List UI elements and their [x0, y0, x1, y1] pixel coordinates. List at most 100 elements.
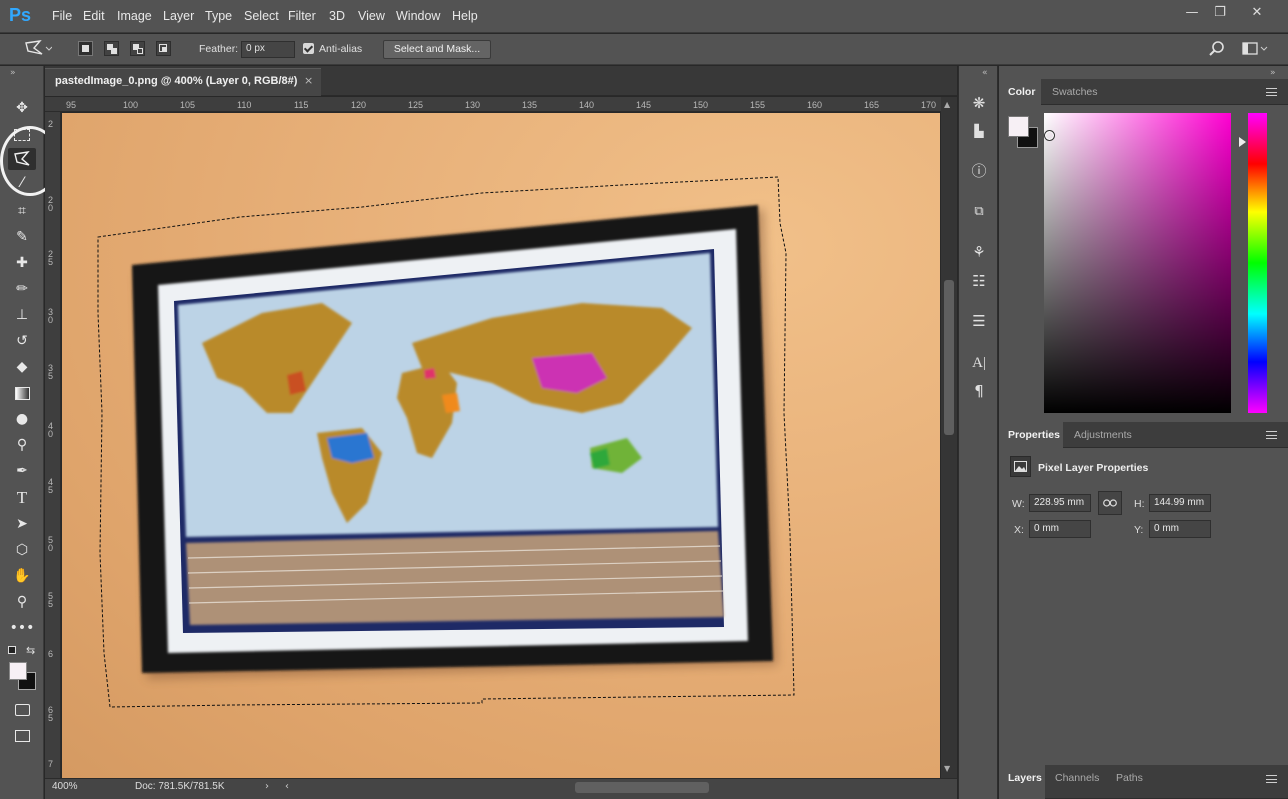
hue-slider-marker[interactable]: [1239, 137, 1246, 147]
minimize-icon[interactable]: —: [1180, 5, 1204, 20]
brush-tool-icon[interactable]: ✏: [8, 278, 36, 300]
clone-source-icon[interactable]: ⧉: [967, 201, 991, 223]
quick-mask-icon[interactable]: [8, 699, 36, 721]
color-panel-tabs: [999, 79, 1288, 105]
workspace-switcher-icon[interactable]: [1242, 41, 1268, 57]
add-to-selection-button[interactable]: [104, 41, 119, 56]
pixel-layer-icon: [1010, 456, 1031, 477]
menu-view[interactable]: View: [358, 9, 385, 23]
panel-foreground-color[interactable]: [1008, 116, 1029, 137]
feather-input[interactable]: 0 px: [241, 41, 295, 58]
properties-panel-menu-icon[interactable]: [1266, 431, 1277, 439]
y-label: Y:: [1134, 524, 1144, 536]
select-and-mask-button[interactable]: Select and Mask...: [383, 40, 491, 59]
menu-help[interactable]: Help: [452, 9, 478, 23]
scroll-down-arrow-icon[interactable]: ▼: [944, 764, 950, 773]
path-selection-tool-icon[interactable]: ➤: [8, 513, 36, 535]
tab-swatches[interactable]: Swatches: [1052, 86, 1098, 98]
healing-brush-tool-icon[interactable]: ✚: [8, 252, 36, 274]
y-field[interactable]: 0 mm: [1149, 520, 1211, 538]
navigator-icon[interactable]: ❋: [967, 92, 991, 114]
tab-paths[interactable]: Paths: [1116, 772, 1143, 784]
tab-properties[interactable]: Properties: [1008, 429, 1060, 441]
screen-mode-icon[interactable]: [8, 725, 36, 747]
new-selection-button[interactable]: [78, 41, 93, 56]
dodge-tool-icon[interactable]: ⚲: [8, 434, 36, 456]
document-canvas[interactable]: [62, 113, 940, 778]
vertical-scrollbar[interactable]: [941, 97, 957, 778]
adjustments-sliders-icon[interactable]: ☷: [967, 270, 991, 292]
menu-file[interactable]: File: [52, 9, 72, 23]
collapse-toolbox-icon[interactable]: »: [10, 68, 16, 78]
hue-slider[interactable]: [1248, 113, 1267, 413]
ruler-tick: 110: [237, 100, 252, 110]
ruler-tick: 3 0: [48, 307, 54, 325]
scroll-left-arrow-icon[interactable]: ‹: [285, 781, 289, 792]
swap-colors-icon[interactable]: ⇆: [26, 644, 35, 657]
collapse-panels-right-icon[interactable]: »: [1270, 68, 1276, 78]
height-field[interactable]: 144.99 mm: [1149, 494, 1211, 512]
eyedropper-tool-icon[interactable]: ✎: [8, 226, 36, 248]
move-tool-icon[interactable]: ✥: [8, 97, 36, 119]
vertical-scroll-thumb[interactable]: [944, 280, 954, 435]
layers-panel-menu-icon[interactable]: [1266, 775, 1277, 783]
crop-tool-icon[interactable]: ⌗: [8, 200, 36, 222]
character-icon[interactable]: A|: [967, 352, 991, 374]
color-picker-field[interactable]: [1044, 113, 1231, 413]
status-menu-arrow-icon[interactable]: ›: [265, 781, 269, 792]
pen-tool-icon[interactable]: ✒: [8, 460, 36, 482]
clone-stamp-tool-icon[interactable]: ⊥: [8, 304, 36, 326]
width-field[interactable]: 228.95 mm: [1029, 494, 1091, 512]
tab-color[interactable]: Color: [1008, 86, 1035, 98]
default-colors-icon[interactable]: [8, 646, 16, 654]
foreground-color-swatch[interactable]: [9, 662, 27, 680]
antialias-checkbox[interactable]: [303, 43, 314, 54]
subtract-from-selection-button[interactable]: [130, 41, 145, 56]
horizontal-scroll-thumb[interactable]: [575, 782, 709, 793]
color-panel-menu-icon[interactable]: [1266, 88, 1277, 96]
collapse-panels-left-icon[interactable]: «: [982, 68, 988, 78]
brush-settings-icon[interactable]: ⚘: [967, 241, 991, 263]
gradient-tool-icon[interactable]: [8, 382, 36, 404]
menu-layer[interactable]: Layer: [163, 9, 194, 23]
intersect-selection-button[interactable]: [156, 41, 171, 56]
shape-tool-icon[interactable]: ⬡: [8, 539, 36, 561]
tab-adjustments[interactable]: Adjustments: [1074, 429, 1132, 441]
close-icon[interactable]: ✕: [1245, 5, 1269, 20]
tab-layers[interactable]: Layers: [1008, 772, 1042, 784]
paragraph-icon[interactable]: ¶: [967, 380, 991, 402]
ruler-tick: 2 0: [48, 195, 54, 213]
hand-tool-icon[interactable]: ✋: [8, 565, 36, 587]
scroll-up-arrow-icon[interactable]: ▲: [944, 100, 950, 109]
type-tool-icon[interactable]: T: [8, 487, 36, 509]
ruler-tick: 2 5: [48, 249, 54, 267]
menu-type[interactable]: Type: [205, 9, 232, 23]
blur-tool-icon[interactable]: ●: [8, 408, 36, 430]
history-brush-tool-icon[interactable]: ↺: [8, 330, 36, 352]
menu-window[interactable]: Window: [396, 9, 440, 23]
zoom-tool-icon[interactable]: ⚲: [8, 591, 36, 613]
document-tab-close-icon[interactable]: ×: [304, 74, 313, 87]
ruler-tick: 155: [750, 100, 766, 110]
zoom-level[interactable]: 400%: [52, 781, 78, 792]
more-tools-icon[interactable]: •••: [8, 617, 36, 639]
height-label: H:: [1134, 498, 1145, 510]
restore-icon[interactable]: ❐: [1208, 5, 1232, 20]
menu-edit[interactable]: Edit: [83, 9, 105, 23]
info-icon[interactable]: ⓘ: [967, 160, 991, 182]
link-dimensions-icon[interactable]: [1098, 491, 1122, 515]
menu-3d[interactable]: 3D: [329, 9, 345, 23]
eraser-tool-icon[interactable]: ◆: [8, 356, 36, 378]
search-icon[interactable]: [1208, 40, 1226, 58]
tool-presets-icon[interactable]: ☰: [967, 310, 991, 332]
menu-select[interactable]: Select: [244, 9, 279, 23]
document-tab-title: pastedImage_0.png @ 400% (Layer 0, RGB/8…: [55, 75, 298, 87]
color-picker-cursor[interactable]: [1044, 130, 1055, 141]
histogram-icon[interactable]: ▙: [967, 120, 991, 142]
menu-filter[interactable]: Filter: [288, 9, 316, 23]
menu-image[interactable]: Image: [117, 9, 152, 23]
tab-channels[interactable]: Channels: [1055, 772, 1099, 784]
tool-preset-picker[interactable]: [22, 39, 53, 59]
x-field[interactable]: 0 mm: [1029, 520, 1091, 538]
ruler-tick: 3 5: [48, 363, 54, 381]
